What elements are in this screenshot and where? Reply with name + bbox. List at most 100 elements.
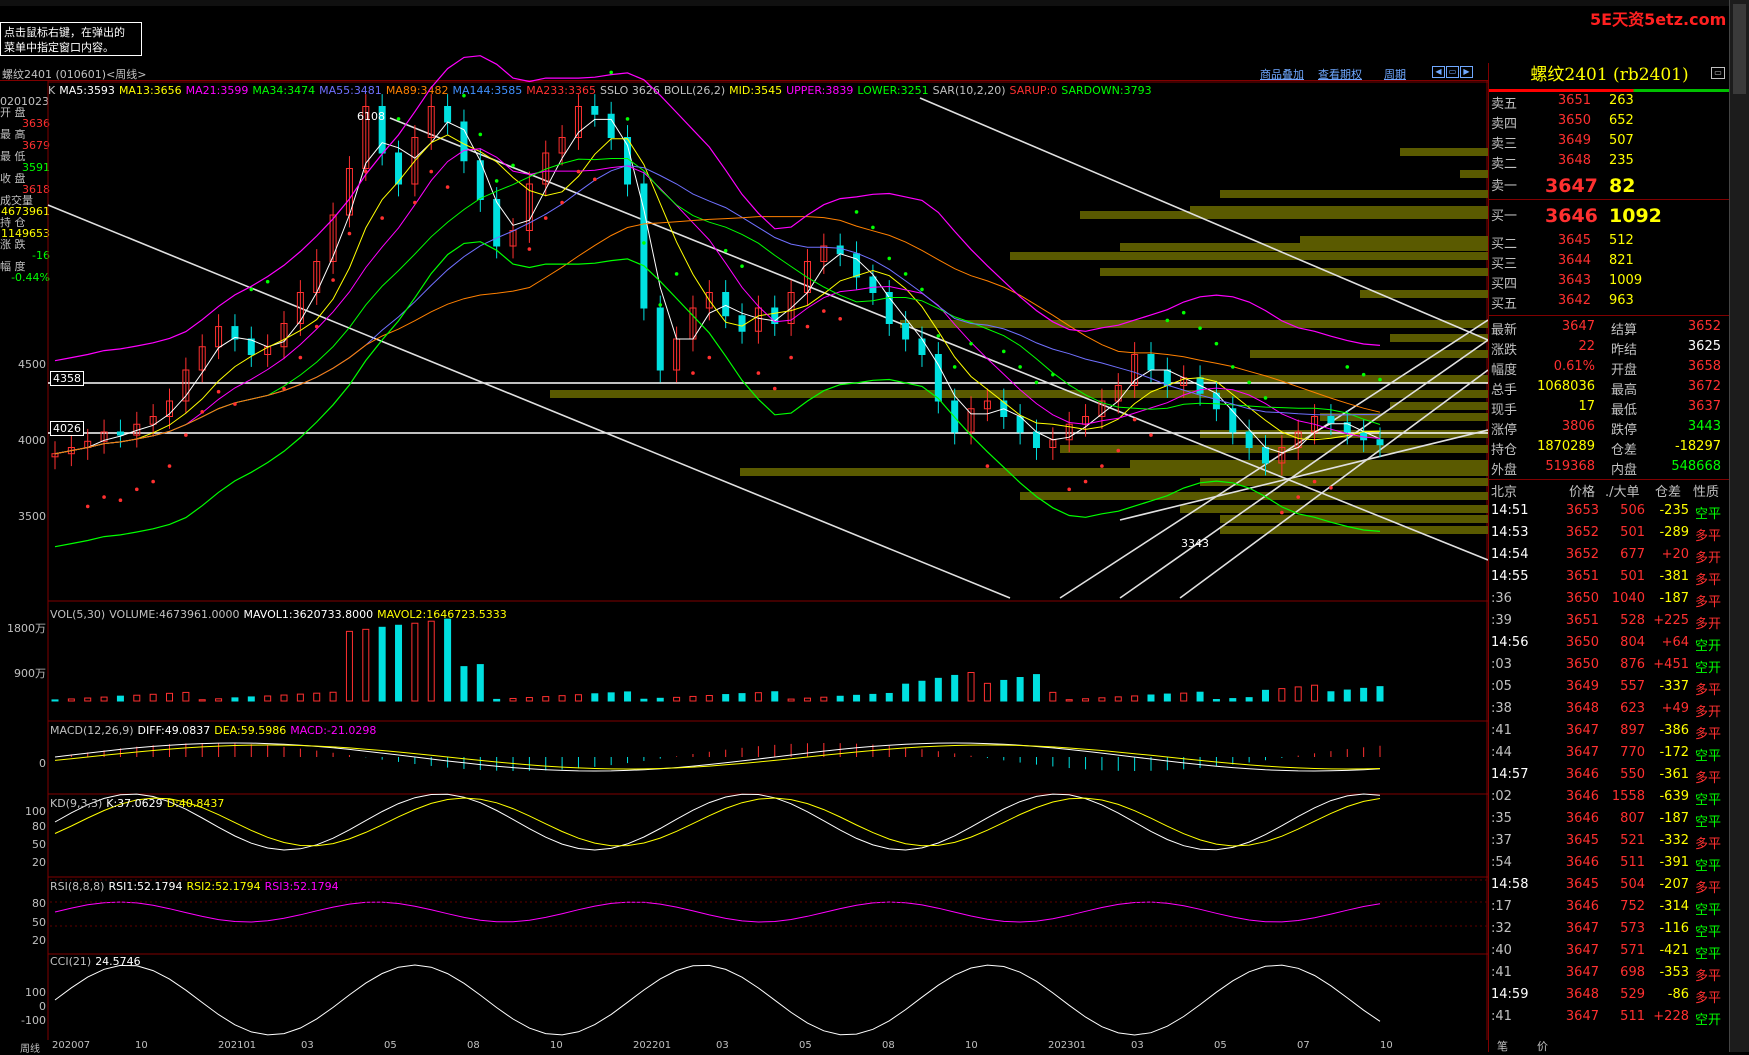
tick-nature: 多开 — [1695, 617, 1722, 632]
tick-row: :36 3650 1040 -187 多平 — [1491, 591, 1726, 611]
tick-oi: +64 — [1661, 635, 1689, 650]
candle-body — [460, 121, 468, 162]
x-tick: 08 — [882, 1040, 895, 1051]
y-label-3500: 3500 — [18, 510, 46, 523]
candle-body — [853, 253, 861, 278]
sar-dot — [1067, 487, 1071, 492]
bid-row: 买一 3646 1092 — [1491, 205, 1726, 227]
volume-bar — [885, 692, 893, 702]
kd-axis-50: 50 — [32, 838, 46, 851]
cell: ./大单 — [1605, 485, 1640, 500]
sar-dot — [265, 279, 270, 284]
sar-dot — [1149, 433, 1153, 437]
candle-body — [591, 106, 599, 115]
tick-price: 3652 — [1565, 525, 1599, 540]
tick-price: 3646 — [1565, 811, 1599, 826]
ask-price: 3649 — [1557, 133, 1591, 148]
x-tick: 05 — [1214, 1040, 1227, 1051]
panel-toggle-icon[interactable]: ▭ — [1711, 67, 1725, 79]
sar-dot — [1018, 365, 1022, 369]
ask-label: 卖二 — [1491, 157, 1518, 172]
sar-dot — [1198, 326, 1202, 330]
sar-dot — [593, 177, 597, 182]
sar-dot — [871, 225, 875, 230]
tick-time: :41 — [1491, 965, 1512, 980]
vertical-scrollbar[interactable] — [1729, 0, 1749, 1052]
volume-bar — [689, 695, 697, 702]
tick-price: 3650 — [1565, 657, 1599, 672]
rsi-title: RSI(8,8,8) — [50, 880, 105, 893]
volume-bar — [67, 698, 75, 702]
volume-bar — [1098, 697, 1106, 702]
stat-row: 持仓 1870289 仓差 -18297 — [1491, 439, 1726, 459]
tick-time: :54 — [1491, 855, 1512, 870]
stat-value: 3647 — [1561, 319, 1595, 334]
sar-dot — [1165, 318, 1170, 323]
volume-bar — [640, 698, 648, 702]
tick-nature: 多平 — [1695, 529, 1722, 544]
tick-volume: 529 — [1620, 987, 1645, 1002]
volume-bar — [722, 694, 730, 702]
cci-title: CCI(21) — [50, 955, 92, 968]
volume-profile-bar — [1400, 148, 1488, 156]
ask-row: 卖一 3647 82 — [1491, 175, 1726, 197]
tick-price: 3647 — [1565, 965, 1599, 980]
volume-bar — [771, 691, 779, 702]
sar-dot — [658, 303, 663, 307]
contract-name: 螺纹2401 (rb2401) — [1530, 65, 1689, 85]
ask-row: 卖四 3650 652 — [1491, 113, 1726, 133]
tick-oi: -116 — [1659, 921, 1689, 936]
tick-time: :41 — [1491, 1009, 1512, 1024]
sar-dot — [756, 371, 761, 375]
stat-value: 22 — [1578, 339, 1595, 354]
ma21-line — [54, 148, 1381, 455]
tick-time: :32 — [1491, 921, 1512, 936]
sar-dot — [134, 487, 139, 492]
diff-line — [54, 742, 1381, 772]
tick-oi: -337 — [1659, 679, 1689, 694]
tick-price: 3647 — [1565, 1009, 1599, 1024]
mavol2-value: MAVOL2:1646723.5333 — [377, 608, 507, 621]
volume-bar — [934, 677, 942, 702]
sar-dot — [1378, 377, 1382, 382]
ma13-line — [54, 134, 1381, 455]
stat-label: 持仓 — [1491, 443, 1518, 458]
x-tick: 202201 — [633, 1040, 672, 1051]
tick-price: 3648 — [1565, 701, 1599, 716]
tick-row: :40 3647 571 -421 空平 — [1491, 943, 1726, 963]
candle-body — [836, 245, 844, 255]
dea-value: DEA:59.5986 — [214, 724, 287, 737]
tick-row: 14:59 3648 529 -86 多平 — [1491, 987, 1726, 1007]
x-tick: 10 — [550, 1040, 563, 1051]
chart-canvas[interactable] — [0, 0, 1488, 1052]
volume-bar — [1294, 686, 1302, 702]
bid-label: 买三 — [1491, 257, 1518, 272]
volume-bar — [869, 693, 877, 702]
volume-bar — [1082, 698, 1090, 702]
high-mark: 6108 — [357, 110, 385, 123]
volume-bar — [1147, 694, 1155, 702]
tick-time: :35 — [1491, 811, 1512, 826]
tick-time: :40 — [1491, 943, 1512, 958]
tick-row: :38 3648 623 +49 多开 — [1491, 701, 1726, 721]
tick-oi: -187 — [1659, 591, 1689, 606]
cell: 北京 — [1491, 485, 1518, 500]
tick-oi: -187 — [1659, 811, 1689, 826]
scroll-thumb[interactable] — [1733, 4, 1746, 94]
volume-profile-bar — [1130, 460, 1488, 468]
bid-label: 买五 — [1491, 297, 1518, 312]
quote-panel: 螺纹2401 (rb2401) ▭ 卖五 3651 263 卖四 3650 652 卖三 36… — [1488, 63, 1730, 1053]
rsi-line — [54, 901, 1381, 923]
tick-time: :05 — [1491, 679, 1512, 694]
tick-row: 14:51 3653 506 -235 空平 — [1491, 503, 1726, 523]
sar-dot — [805, 324, 810, 329]
bid-label: 买二 — [1491, 237, 1518, 252]
kd-axis-100: 100 — [25, 805, 46, 818]
stat-label: 开盘 — [1611, 363, 1638, 378]
volume-bar — [460, 666, 468, 702]
tick-nature: 空平 — [1695, 947, 1722, 962]
volume-bar — [100, 696, 108, 702]
sar-dot — [707, 355, 712, 360]
tick-price: 3651 — [1565, 569, 1599, 584]
volume-profile-bar — [1220, 515, 1488, 523]
